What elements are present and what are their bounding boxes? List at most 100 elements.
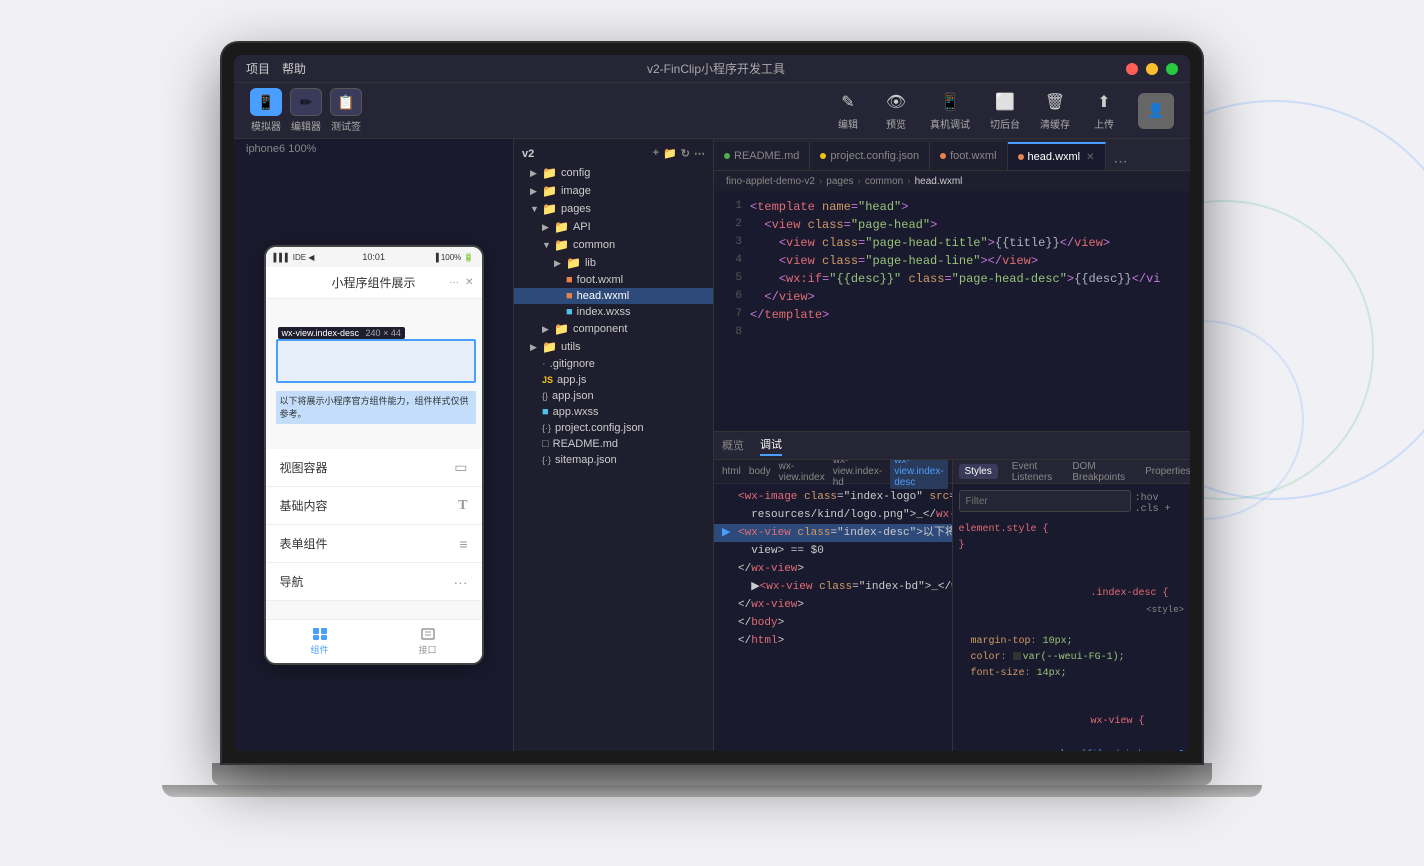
filetree-refresh-icon[interactable]: ↻ (681, 147, 690, 160)
editor-tab-label-head: head.wxml (1028, 151, 1081, 163)
toolbar-action-upload[interactable]: ⬆ 上传 (1090, 90, 1118, 131)
menu-item-help[interactable]: 帮助 (282, 60, 306, 77)
code-editor-content[interactable]: 1 <template name="head"> 2 <view class="… (714, 191, 1190, 431)
tree-item-component[interactable]: ▶ 📁 component (514, 320, 713, 338)
tree-arrow-common: ▼ (542, 240, 554, 250)
tree-label-app-wxss: app.wxss (553, 406, 599, 418)
line-content-6: </view> (750, 290, 1190, 304)
phone-menu-item-form[interactable]: 表单组件 ≡ (266, 525, 482, 563)
window-maximize-btn[interactable] (1166, 63, 1178, 75)
editor-tab-project-config[interactable]: project.config.json (810, 142, 930, 170)
toolbar-btn-simulator[interactable]: 📱 模拟器 (250, 88, 282, 133)
title-bar-left: 项目 帮助 (246, 60, 306, 77)
phone-menu-item-view[interactable]: 视图容器 ▭ (266, 449, 482, 487)
styles-filter-input[interactable] (959, 490, 1131, 512)
phone-tab-api[interactable]: 接口 (374, 627, 482, 656)
styles-tab-event-listeners[interactable]: Event Listeners (1006, 460, 1059, 485)
toolbar: 📱 模拟器 ✏ 编辑器 📋 测试签 (234, 83, 1190, 139)
tree-item-gitignore[interactable]: ▶ · .gitignore (514, 356, 713, 372)
html-line-4: view> == $0 (714, 542, 952, 560)
elem-tag-wx-view-index[interactable]: wx-view.index (779, 461, 825, 483)
tab-close-head[interactable]: ✕ (1086, 152, 1094, 163)
filetree-collapse-icon[interactable]: ⋯ (694, 147, 705, 160)
tree-item-utils[interactable]: ▶ 📁 utils (514, 338, 713, 356)
folder-icon-common: 📁 (554, 238, 569, 252)
filetree-actions: + 📁 ↻ ⋯ (653, 147, 705, 160)
toolbar-action-clear-cache[interactable]: 🗑 清缓存 (1040, 90, 1070, 131)
phone-tab-component[interactable]: 组件 (266, 627, 374, 656)
window-minimize-btn[interactable] (1146, 63, 1158, 75)
component-tab-icon (311, 627, 329, 641)
phone-close-btn[interactable]: ✕ (465, 277, 473, 288)
tree-item-image[interactable]: ▶ 📁 image (514, 182, 713, 200)
html-line-1: <wx-image class="index-logo" src="../res… (714, 488, 952, 506)
breadcrumb-sep-1: › (819, 176, 822, 187)
tree-label-config: config (561, 167, 590, 179)
filetree-add-folder-icon[interactable]: 📁 (663, 147, 677, 160)
editor-tab-label-project: project.config.json (830, 150, 919, 162)
bottom-tab-styles[interactable]: 调试 (760, 436, 782, 456)
elem-tag-body[interactable]: body (749, 466, 771, 477)
tree-item-project-config[interactable]: ▶ {·} project.config.json (514, 420, 713, 436)
styles-tab-styles[interactable]: Styles (959, 464, 998, 479)
html-line-content-8: </body> (738, 615, 784, 631)
phone-highlight-size: 240 × 44 (366, 328, 401, 338)
styles-rule-index-desc: .index-desc { <style> (959, 570, 1185, 634)
file-icon-app-wxss: ■ (542, 406, 549, 418)
tree-item-sitemap[interactable]: ▶ {·} sitemap.json (514, 452, 713, 468)
tree-item-lib[interactable]: ▶ 📁 lib (514, 254, 713, 272)
tree-item-pages[interactable]: ▼ 📁 pages (514, 200, 713, 218)
toolbar-btn-test[interactable]: 📋 测试签 (330, 88, 362, 133)
toolbar-btn-editor[interactable]: ✏ 编辑器 (290, 88, 322, 133)
phone-mockup: ▌▌▌ IDE ◀ 10:01 ▐ 100% 🔋 小程序组件展示 ··· (264, 245, 484, 665)
toolbar-action-device-debug[interactable]: 📱 真机调试 (930, 90, 970, 131)
user-avatar[interactable]: 👤 (1138, 93, 1174, 129)
tree-label-common: common (573, 239, 615, 251)
code-line-2: 2 <view class="page-head"> (714, 217, 1190, 235)
html-line-dot-6 (722, 579, 738, 595)
preview-device-label: iphone6 100% (234, 139, 513, 159)
tree-label-project-config: project.config.json (555, 422, 644, 434)
phone-highlight-label: wx-view.index-desc 240 × 44 (278, 327, 405, 339)
tree-item-readme[interactable]: ▶ □ README.md (514, 436, 713, 452)
line-content-1: <template name="head"> (750, 200, 1190, 214)
tree-item-app-json[interactable]: ▶ {} app.json (514, 388, 713, 404)
tree-label-head-wxml: head.wxml (577, 290, 630, 302)
phone-menu-dots[interactable]: ··· (449, 277, 459, 288)
styles-tab-dom-breakpoints[interactable]: DOM Breakpoints (1066, 460, 1131, 485)
bottom-tab-elements[interactable]: 概览 (722, 437, 744, 455)
toolbar-action-background[interactable]: ⬜ 切后台 (990, 90, 1020, 131)
tree-item-api[interactable]: ▶ 📁 API (514, 218, 713, 236)
elem-tag-html[interactable]: html (722, 466, 741, 477)
line-num-2: 2 (714, 218, 750, 230)
filetree-panel: v2 + 📁 ↻ ⋯ ▶ 📁 config (514, 139, 714, 751)
editor-tabs-more[interactable]: ⋯ (1106, 153, 1136, 170)
toolbar-action-preview[interactable]: 👁 预览 (882, 90, 910, 131)
filetree-add-file-icon[interactable]: + (653, 147, 659, 160)
tree-item-common[interactable]: ▼ 📁 common (514, 236, 713, 254)
menu-item-project[interactable]: 项目 (246, 60, 270, 77)
file-icon-app-js: JS (542, 375, 553, 385)
styles-tab-properties[interactable]: Properties (1139, 464, 1190, 479)
tree-item-index-wxss[interactable]: ▶ ■ index.wxss (514, 304, 713, 320)
laptop-foot (162, 785, 1262, 797)
html-line-dot-8 (722, 615, 738, 631)
filetree-header: v2 + 📁 ↻ ⋯ (514, 143, 713, 164)
laptop-base (212, 763, 1212, 785)
window-close-btn[interactable] (1126, 63, 1138, 75)
code-line-4: 4 <view class="page-head-line"></view> (714, 253, 1190, 271)
tree-item-head-wxml[interactable]: ▶ ■ head.wxml (514, 288, 713, 304)
file-icon-gitignore: · (542, 358, 546, 370)
editor-tab-head-wxml[interactable]: head.wxml ✕ (1008, 142, 1106, 170)
editor-tab-foot-wxml[interactable]: foot.wxml (930, 142, 1007, 170)
tree-item-foot-wxml[interactable]: ▶ ■ foot.wxml (514, 272, 713, 288)
phone-menu-item-basic[interactable]: 基础内容 T (266, 487, 482, 525)
folder-icon-api: 📁 (554, 220, 569, 234)
toolbar-action-edit[interactable]: ✎ 编辑 (834, 90, 862, 131)
phone-menu-item-nav[interactable]: 导航 ··· (266, 563, 482, 601)
code-editor-panel: README.md project.config.json foot.wxml (714, 139, 1190, 751)
tree-item-app-js[interactable]: ▶ JS app.js (514, 372, 713, 388)
editor-tab-readme[interactable]: README.md (714, 142, 810, 170)
tree-item-config[interactable]: ▶ 📁 config (514, 164, 713, 182)
tree-item-app-wxss[interactable]: ▶ ■ app.wxss (514, 404, 713, 420)
